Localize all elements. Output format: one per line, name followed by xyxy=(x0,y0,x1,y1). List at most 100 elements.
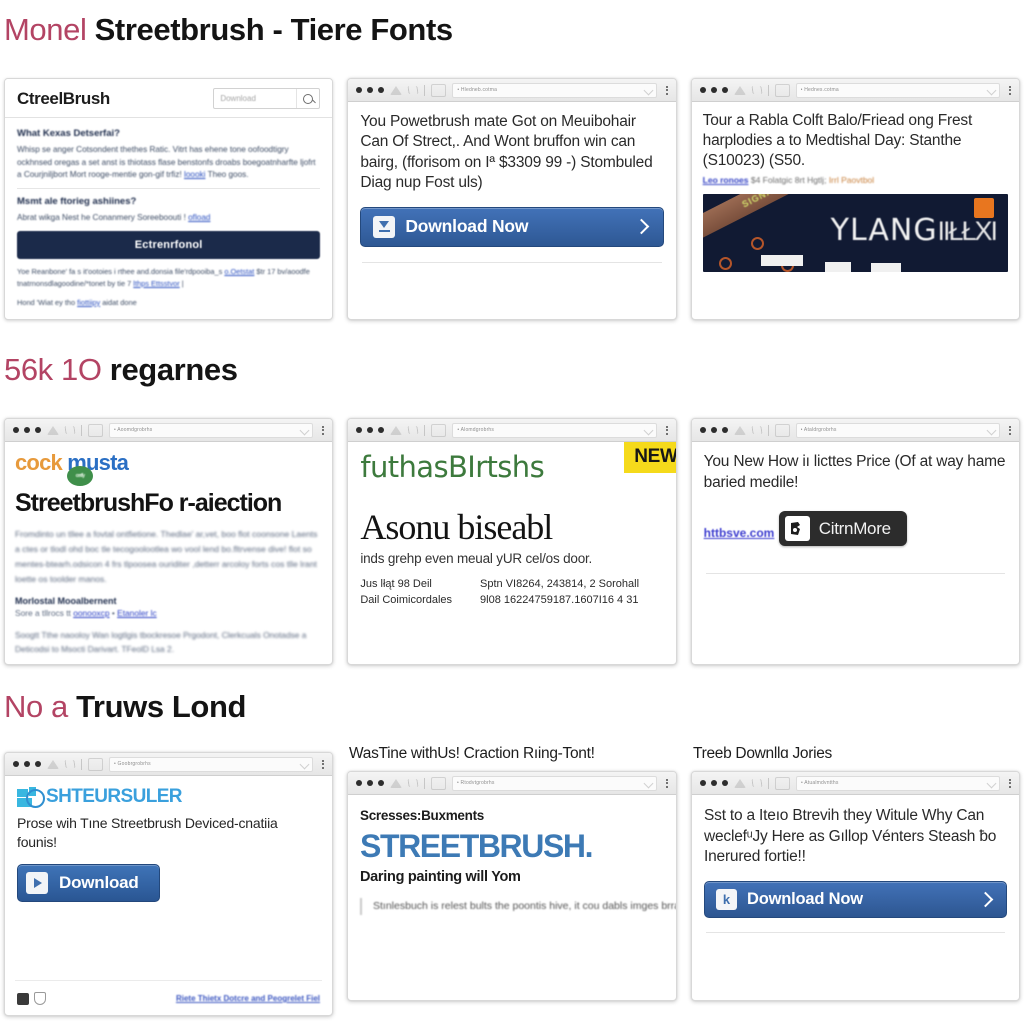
card-6-url-link[interactable]: httbsve.com xyxy=(704,526,775,540)
window-controls[interactable] xyxy=(356,780,384,786)
tab-icon[interactable] xyxy=(88,757,103,771)
chevron-down-icon[interactable] xyxy=(299,425,310,435)
browser-menu-icon[interactable] xyxy=(663,425,668,435)
cell-8: WasTine withUs! Craction Rıing-Tont! • R… xyxy=(347,745,677,1017)
window-dot-close[interactable] xyxy=(13,761,19,767)
address-bar[interactable]: • Hledneb.cotma xyxy=(452,82,657,98)
tab-icon[interactable] xyxy=(431,83,447,97)
browser-menu-icon[interactable] xyxy=(1006,85,1011,95)
address-bar[interactable]: • Ataldrgrobrhs xyxy=(795,422,1000,438)
window-dot-close[interactable] xyxy=(700,780,706,786)
address-bar[interactable]: • Aoomdgrobrhs xyxy=(109,422,314,438)
card-3-link[interactable]: Leo ronoes xyxy=(703,175,749,185)
faq-question-2: Msmt ale ftorieg ashiines? xyxy=(17,196,137,208)
social-icons[interactable] xyxy=(17,992,46,1005)
result-card-5[interactable]: • Alomdgrobrhs futhasBIrtshs NEW Asonu b… xyxy=(347,418,677,665)
window-controls[interactable] xyxy=(699,87,728,93)
search-input[interactable]: Download xyxy=(214,94,296,103)
card-7-footer-link[interactable]: Riete Thietx Dotcre and Peogrelet Fiel xyxy=(176,994,320,1003)
result-card-7[interactable]: • Goobrgrobrhs SHTEURSULER Prose wih Tın… xyxy=(4,752,333,1016)
window-controls[interactable] xyxy=(356,427,385,433)
chevron-down-icon[interactable] xyxy=(643,778,654,788)
chevron-down-icon[interactable] xyxy=(986,778,997,788)
download-label: Download xyxy=(59,872,139,892)
window-dot-minimize[interactable] xyxy=(367,87,374,93)
window-dot-close[interactable] xyxy=(699,87,706,93)
primary-action-button[interactable]: Ectrenrfonol xyxy=(17,230,321,259)
result-card-8[interactable]: • Rtodvtgrobrhs Scresses:Buxments STREET… xyxy=(347,771,677,1001)
tab-icon[interactable] xyxy=(775,776,790,790)
browser-menu-icon[interactable] xyxy=(1006,425,1011,435)
result-card-6[interactable]: • Ataldrgrobrhs You New How iı licttes P… xyxy=(690,418,1020,665)
window-dot-close[interactable] xyxy=(699,427,706,433)
result-card-4[interactable]: • Aoomdgrobrhs cock musta certfy Streetb… xyxy=(4,418,334,665)
download-now-button[interactable]: Download Now xyxy=(360,206,664,247)
faq-answer-1-link[interactable]: loooki xyxy=(184,170,205,179)
window-dot-minimize[interactable] xyxy=(24,761,30,767)
search-box[interactable]: Download xyxy=(213,88,321,109)
footer-link-3[interactable]: fiottiipy xyxy=(77,298,100,307)
window-controls[interactable] xyxy=(356,87,385,93)
address-bar[interactable]: • Rtodvtgrobrhs xyxy=(452,775,657,791)
footer-link-2[interactable]: lthps Ettsstvor xyxy=(133,279,179,288)
footer-link-1[interactable]: o.Oetstat xyxy=(224,267,254,276)
result-card-1[interactable]: CtreelBrush Download What Kexas Detserfa… xyxy=(4,78,334,320)
window-dot-minimize[interactable] xyxy=(367,780,373,786)
tab-icon[interactable] xyxy=(88,423,103,437)
tab-icon[interactable] xyxy=(431,776,446,790)
address-bar[interactable]: • Hednes.cotma xyxy=(795,82,1000,98)
tab-icon[interactable] xyxy=(774,423,790,437)
address-bar[interactable]: • Alomdgrobrhs xyxy=(452,422,657,438)
window-dot-maximize[interactable] xyxy=(35,761,41,767)
share-icon[interactable] xyxy=(34,992,46,1005)
learn-more-button[interactable]: CitrnMore xyxy=(778,511,907,547)
faq-answer-2-link[interactable]: ofload xyxy=(188,213,210,222)
browser-menu-icon[interactable] xyxy=(663,778,668,788)
window-dot-minimize[interactable] xyxy=(24,427,30,433)
search-button[interactable] xyxy=(296,89,319,108)
tab-icon[interactable] xyxy=(431,423,447,437)
window-dot-minimize[interactable] xyxy=(710,427,717,433)
browser-menu-icon[interactable] xyxy=(319,759,324,769)
window-dot-close[interactable] xyxy=(356,87,363,93)
window-dot-maximize[interactable] xyxy=(721,87,728,93)
chevron-down-icon[interactable] xyxy=(986,425,997,435)
window-dot-maximize[interactable] xyxy=(35,427,41,433)
chevron-down-icon[interactable] xyxy=(643,425,654,435)
window-dot-minimize[interactable] xyxy=(711,780,717,786)
window-dot-minimize[interactable] xyxy=(367,427,374,433)
window-dot-maximize[interactable] xyxy=(378,780,384,786)
tab-icon[interactable] xyxy=(774,83,790,97)
window-dot-maximize[interactable] xyxy=(378,87,385,93)
window-controls[interactable] xyxy=(13,427,41,433)
window-dot-maximize[interactable] xyxy=(378,427,385,433)
address-bar[interactable]: • Atualmdvntths xyxy=(796,775,1000,791)
window-dot-close[interactable] xyxy=(356,780,362,786)
window-controls[interactable] xyxy=(699,427,728,433)
browser-menu-icon[interactable] xyxy=(1006,778,1011,788)
chevron-down-icon[interactable] xyxy=(299,759,310,769)
address-bar[interactable]: • Goobrgrobrhs xyxy=(109,756,313,772)
cell-6: • Ataldrgrobrhs You New How iı licttes P… xyxy=(690,418,1020,665)
faq-question-1: What Kexas Detserfai? xyxy=(17,128,120,139)
card-8-kicker: Scresses:Buxments xyxy=(360,808,484,823)
twitter-icon[interactable] xyxy=(17,992,29,1005)
browser-menu-icon[interactable] xyxy=(319,425,325,435)
download-now-button[interactable]: k Download Now xyxy=(704,880,1007,918)
window-dot-minimize[interactable] xyxy=(710,87,717,93)
card-4-link-2[interactable]: Etanoler lc xyxy=(117,608,157,618)
window-dot-close[interactable] xyxy=(13,427,19,433)
window-dot-maximize[interactable] xyxy=(721,427,728,433)
window-controls[interactable] xyxy=(13,761,41,767)
result-card-2[interactable]: • Hledneb.cotma You Powetbrush mate Got … xyxy=(347,78,677,320)
window-dot-maximize[interactable] xyxy=(722,780,728,786)
browser-menu-icon[interactable] xyxy=(663,85,668,95)
chevron-down-icon[interactable] xyxy=(986,85,997,95)
window-dot-close[interactable] xyxy=(356,427,363,433)
window-controls[interactable] xyxy=(700,780,728,786)
result-card-3[interactable]: • Hednes.cotma Tour a Rabla Colft Balo/F… xyxy=(690,78,1020,320)
card-4-link-1[interactable]: oonooxcp xyxy=(73,608,109,618)
download-button[interactable]: Download xyxy=(17,863,160,902)
chevron-down-icon[interactable] xyxy=(643,85,654,95)
result-card-9[interactable]: • Atualmdvntths Sst to a Iteıo Btrevih t… xyxy=(691,771,1020,1001)
